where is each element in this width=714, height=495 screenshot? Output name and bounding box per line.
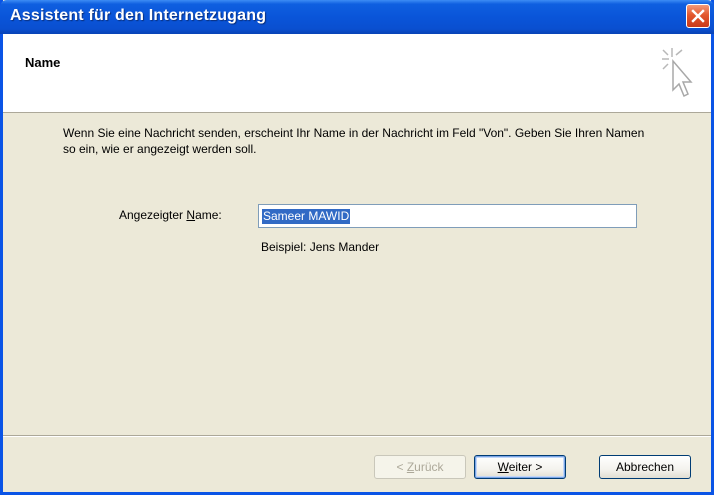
cancel-button[interactable]: Abbrechen <box>599 455 691 479</box>
close-icon <box>691 9 705 23</box>
wizard-cursor-icon <box>662 48 693 98</box>
close-button[interactable] <box>686 4 710 28</box>
next-button[interactable]: Weiter > <box>474 455 566 479</box>
display-name-value: Sameer MAWID <box>262 209 351 224</box>
instruction-text: Wenn Sie eine Nachricht senden, erschein… <box>63 126 645 156</box>
display-name-input[interactable]: Sameer MAWID <box>258 204 637 228</box>
wizard-window: Assistent für den Internetzugang Name We… <box>0 0 714 495</box>
display-name-label: Angezeigter Name: <box>119 208 222 222</box>
page-title: Name <box>25 55 61 70</box>
back-button[interactable]: < Zurück <box>374 455 466 479</box>
title-bar[interactable]: Assistent für den Internetzugang <box>0 0 714 34</box>
footer-divider <box>3 435 711 437</box>
example-text: Beispiel: Jens Mander <box>261 240 380 254</box>
window-title: Assistent für den Internetzugang <box>10 7 267 24</box>
wizard-header: Name <box>3 34 711 113</box>
